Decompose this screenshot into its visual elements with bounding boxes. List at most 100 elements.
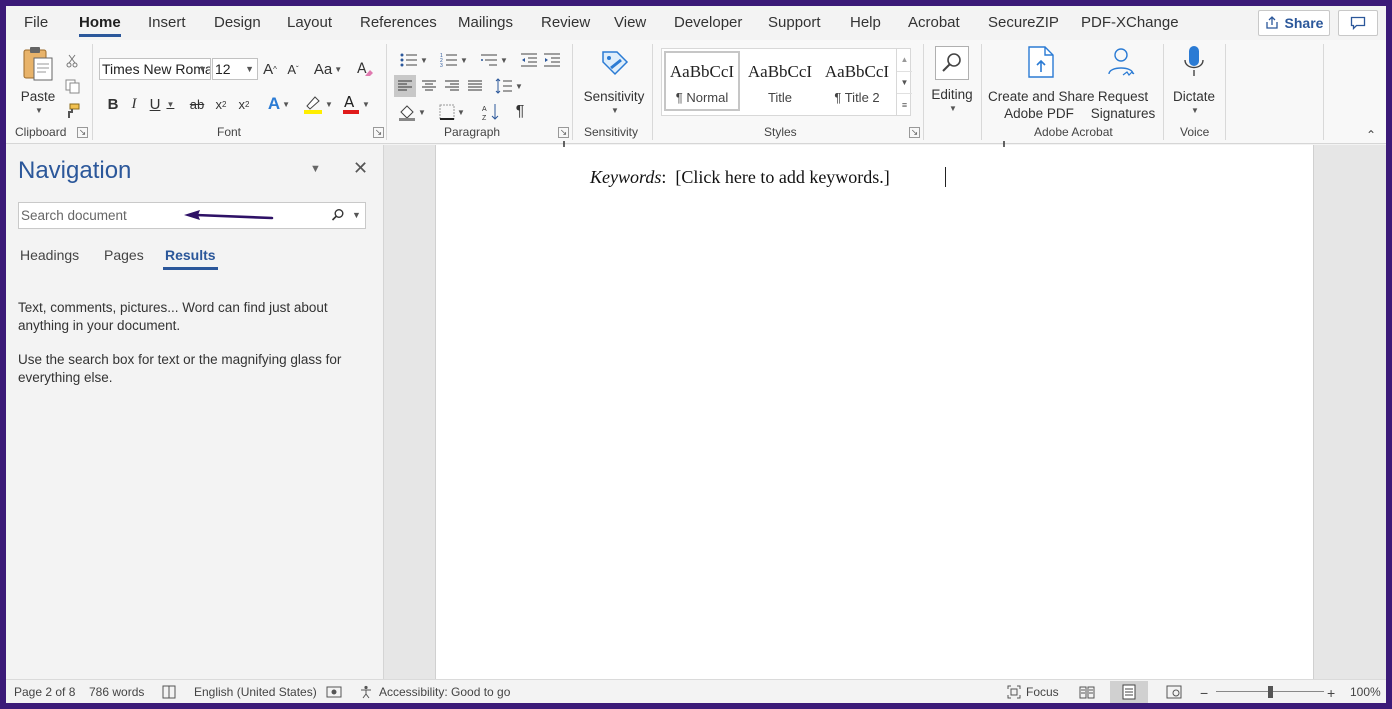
align-right-button[interactable] [441, 75, 463, 97]
format-painter-icon[interactable] [62, 100, 82, 122]
increase-indent-icon[interactable] [541, 49, 563, 71]
copy-icon[interactable] [62, 75, 82, 97]
strikethrough-button[interactable]: ab [186, 93, 208, 115]
style-title[interactable]: AaBbCcI Title [742, 53, 818, 113]
tab-view[interactable]: View [614, 14, 646, 31]
tab-file[interactable]: File [24, 14, 48, 31]
language-indicator[interactable]: English (United States) [194, 685, 317, 699]
sensitivity-group-label: Sensitivity [584, 125, 639, 139]
font-size-combo[interactable]: 12 ▼ [212, 58, 258, 80]
request-signatures-button[interactable]: Request Signatures [1090, 44, 1156, 122]
sort-icon[interactable]: AZ [480, 101, 502, 123]
focus-button[interactable]: Focus [1007, 685, 1059, 699]
group-divider [572, 44, 573, 140]
tab-support[interactable]: Support [768, 14, 821, 31]
nav-tab-results[interactable]: Results [163, 247, 218, 270]
search-input[interactable] [21, 205, 321, 226]
zoom-slider-thumb[interactable] [1268, 686, 1273, 698]
change-case-icon[interactable]: Aa ▼ [310, 58, 346, 80]
tab-securezip[interactable]: SecureZIP [988, 14, 1059, 31]
tab-home[interactable]: Home [79, 14, 121, 37]
keywords-line: Keywords: [Click here to add keywords.] [590, 167, 890, 187]
sensitivity-button[interactable]: Sensitivity ▼ [578, 44, 650, 122]
zoom-out-icon[interactable]: − [1200, 685, 1208, 701]
zoom-in-icon[interactable]: + [1327, 685, 1335, 701]
print-layout-icon[interactable] [1110, 681, 1148, 703]
scroll-up-icon[interactable]: ▲ [897, 49, 912, 71]
grow-font-icon[interactable]: A ^ [260, 58, 280, 80]
proofing-icon[interactable] [161, 685, 177, 699]
tab-pdf-xchange[interactable]: PDF-XChange [1081, 14, 1179, 31]
paste-dropdown-icon[interactable]: ▼ [35, 106, 43, 115]
font-family-combo[interactable]: Times New Roman ▼ [99, 58, 211, 80]
tab-insert[interactable]: Insert [148, 14, 186, 31]
underline-button[interactable]: U ▼ [147, 93, 177, 115]
close-icon[interactable]: ✕ [353, 158, 368, 179]
paste-button[interactable]: Paste ▼ [16, 46, 60, 120]
page-count[interactable]: Page 2 of 8 [14, 685, 75, 699]
nav-tab-headings[interactable]: Headings [20, 247, 79, 263]
document-page[interactable]: Keywords: [Click here to add keywords.] [435, 141, 1314, 679]
bold-button[interactable]: B [104, 93, 122, 115]
pane-options-icon[interactable]: ▼ [310, 163, 321, 175]
multilevel-list-icon[interactable]: ▼ [476, 49, 512, 71]
share-button[interactable]: Share [1258, 10, 1330, 36]
document-area: Keywords: [Click here to add keywords.] [384, 141, 1386, 679]
tab-mailings[interactable]: Mailings [458, 14, 513, 31]
styles-launcher-icon[interactable]: ↘ [909, 127, 920, 138]
style-normal[interactable]: AaBbCcI ¶ Normal [664, 51, 740, 111]
line-spacing-icon[interactable]: ▼ [491, 75, 527, 97]
zoom-level[interactable]: 100% [1350, 685, 1381, 699]
paragraph-launcher-icon[interactable]: ↘ [558, 127, 569, 138]
bullets-icon[interactable]: ▼ [396, 49, 432, 71]
show-formatting-marks-icon[interactable]: ¶ [509, 101, 531, 123]
nav-tab-pages[interactable]: Pages [104, 247, 144, 263]
highlight-color-icon[interactable]: ▼ [301, 93, 335, 115]
dictate-button[interactable]: Dictate ▼ [1170, 44, 1218, 122]
superscript-button[interactable]: x2 [235, 93, 253, 115]
group-divider [1225, 44, 1226, 140]
styles-more-icon[interactable]: ≡ [897, 93, 912, 115]
comments-button[interactable] [1338, 10, 1378, 36]
sensitivity-icon [602, 51, 629, 76]
search-options-chevron-icon[interactable]: ▼ [352, 210, 361, 220]
text-effects-icon[interactable]: A ▼ [262, 93, 296, 115]
shading-icon[interactable]: ▼ [394, 101, 430, 123]
scroll-down-icon[interactable]: ▼ [897, 71, 912, 93]
tab-developer[interactable]: Developer [674, 14, 742, 31]
tab-references[interactable]: References [360, 14, 437, 31]
borders-icon[interactable]: ▼ [434, 101, 470, 123]
collapse-ribbon-icon[interactable]: ⌃ [1366, 128, 1376, 142]
subscript-button[interactable]: x2 [212, 93, 230, 115]
cut-icon[interactable] [62, 50, 82, 72]
tab-acrobat[interactable]: Acrobat [908, 14, 960, 31]
font-color-icon[interactable]: A ▼ [339, 93, 373, 115]
tab-design[interactable]: Design [214, 14, 261, 31]
macro-recording-icon[interactable] [326, 685, 342, 699]
style-title-2[interactable]: AaBbCcI ¶ Title 2 [819, 53, 895, 113]
accessibility-status[interactable]: Accessibility: Good to go [358, 685, 510, 699]
align-left-button[interactable] [394, 75, 416, 97]
editing-button[interactable]: Editing ▼ [928, 44, 976, 120]
clear-formatting-icon[interactable]: A [354, 58, 376, 80]
comment-icon [1350, 16, 1366, 30]
clipboard-launcher-icon[interactable]: ↘ [77, 127, 88, 138]
search-icon[interactable] [331, 208, 345, 222]
create-share-pdf-button[interactable]: Create and Share Adobe PDF [988, 44, 1095, 122]
italic-button[interactable]: I [126, 93, 142, 115]
tab-help[interactable]: Help [850, 14, 881, 31]
read-mode-icon[interactable] [1079, 685, 1095, 699]
tab-review[interactable]: Review [541, 14, 590, 31]
align-center-button[interactable] [418, 75, 440, 97]
decrease-indent-icon[interactable] [518, 49, 540, 71]
clipboard-group-label: Clipboard [15, 125, 67, 139]
tab-layout[interactable]: Layout [287, 14, 332, 31]
word-count[interactable]: 786 words [89, 685, 144, 699]
keywords-placeholder[interactable]: [Click here to add keywords.] [675, 167, 889, 187]
font-launcher-icon[interactable]: ↘ [373, 127, 384, 138]
web-layout-icon[interactable] [1166, 685, 1182, 699]
justify-button[interactable] [464, 75, 486, 97]
numbering-icon[interactable]: 1 2 3 ▼ [436, 49, 472, 71]
shrink-font-icon[interactable]: Aˇ [283, 58, 303, 80]
annotation-arrow-icon [184, 210, 274, 220]
